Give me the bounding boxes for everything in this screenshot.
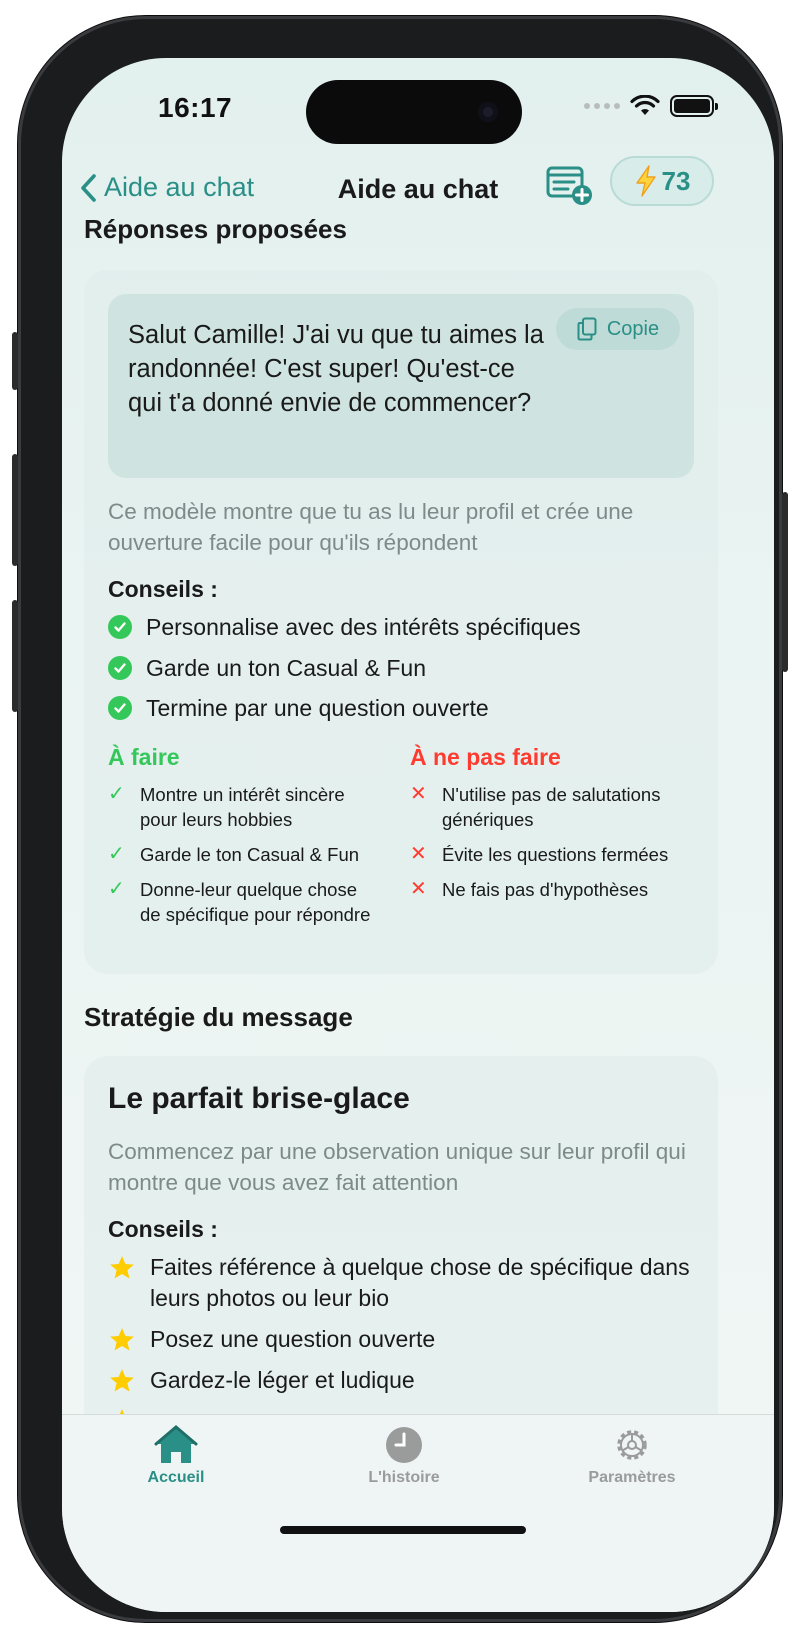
status-icons [584, 94, 718, 118]
scroll-content[interactable]: Réponses proposées Salut Camille! J'ai v… [62, 208, 774, 1414]
strategy-card-title: Le parfait brise-glace [108, 1082, 410, 1115]
tips-label: Conseils : [108, 576, 218, 602]
tab-settings[interactable]: Paramètres [552, 1425, 712, 1487]
star-icon [110, 1328, 134, 1351]
dont-title: À ne pas faire [410, 744, 561, 770]
dont-item-text: Ne fais pas d'hypothèses [442, 879, 649, 900]
power-button [782, 492, 788, 672]
tip-item: Termine par une question ouverte [108, 693, 698, 724]
suggested-section-title: Réponses proposées [84, 214, 347, 244]
strategy-section-title: Stratégie du message [84, 1002, 353, 1032]
dont-item: ✕ Ne fais pas d'hypothèses [410, 877, 700, 902]
copy-button[interactable]: Copie [556, 308, 680, 350]
clock-icon [386, 1427, 422, 1463]
tab-history[interactable]: L'histoire [324, 1425, 484, 1487]
strategy-description: Commencez par une observation unique sur… [108, 1139, 686, 1195]
tip-item: Garde un ton Casual & Fun [108, 653, 698, 684]
message-bubble: Salut Camille! J'ai vu que tu aimes la r… [108, 294, 694, 478]
copy-icon [577, 317, 597, 341]
star-icon [119, 1409, 125, 1414]
strategy-tip-text: Gardez-le léger et ludique [150, 1367, 415, 1393]
do-item-text: Montre un intérêt sincère pour leurs hob… [140, 784, 345, 830]
strategy-tip-text: Faites référence à quelque chose de spéc… [150, 1254, 690, 1311]
strategy-card: Le parfait brise-glace Commencez par une… [84, 1056, 718, 1414]
checkmark-circle-icon [108, 615, 132, 639]
cellular-signal-icon [584, 103, 620, 109]
volume-up-button [12, 454, 18, 566]
screen: 16:17 Aide au chat Aide au chat 73 Répon… [62, 58, 774, 1612]
star-icon [110, 1369, 134, 1392]
dont-item-text: N'utilise pas de salutations génériques [442, 784, 661, 830]
dont-item: ✕ Évite les questions fermées [410, 842, 700, 867]
suggestion-explanation: Ce modèle montre que tu as lu leur profi… [108, 499, 634, 555]
tab-settings-label: Paramètres [588, 1469, 676, 1486]
tip-text: Personnalise avec des intérêts spécifiqu… [146, 614, 581, 640]
credits-count: 73 [661, 165, 691, 196]
strategy-tip [108, 1405, 698, 1414]
strategy-tip: Faites référence à quelque chose de spéc… [108, 1252, 698, 1314]
checkmark-circle-icon [108, 696, 132, 720]
tab-home-label: Accueil [147, 1469, 205, 1486]
star-icon [110, 1256, 134, 1279]
tip-text: Garde un ton Casual & Fun [146, 655, 426, 681]
do-item: ✓ Garde le ton Casual & Fun [108, 842, 378, 867]
tip-text: Termine par une question ouverte [146, 695, 489, 721]
tab-history-label: L'histoire [368, 1469, 440, 1486]
cross-icon: ✕ [410, 843, 427, 865]
action-button [12, 332, 18, 390]
suggested-message: Salut Camille! J'ai vu que tu aimes la r… [128, 321, 544, 417]
cross-icon: ✕ [410, 783, 427, 805]
cross-icon: ✕ [410, 878, 427, 900]
checkmark-icon: ✓ [108, 878, 125, 900]
strategy-tip-text: Posez une question ouverte [150, 1326, 436, 1352]
do-item: ✓ Donne-leur quelque chose de spécifique… [108, 877, 378, 927]
add-list-icon [546, 166, 592, 205]
do-item-text: Donne-leur quelque chose de spécifique p… [140, 879, 371, 925]
gear-icon [617, 1430, 647, 1460]
copy-button-label: Copie [606, 317, 660, 340]
camera-icon [478, 102, 498, 122]
tab-bar: Accueil L'histoire Paramètres [62, 1414, 774, 1612]
strategy-tips-label: Conseils : [108, 1216, 218, 1242]
strategy-tip: Gardez-le léger et ludique [108, 1365, 698, 1396]
lightning-icon [635, 165, 656, 197]
add-list-button[interactable] [546, 164, 594, 206]
home-indicator [280, 1526, 526, 1534]
do-item-text: Garde le ton Casual & Fun [140, 844, 360, 865]
phone-frame: 16:17 Aide au chat Aide au chat 73 Répon… [12, 16, 788, 1622]
tip-item: Personnalise avec des intérêts spécifiqu… [108, 612, 698, 643]
dont-item: ✕ N'utilise pas de salutations générique… [410, 782, 700, 832]
back-button[interactable]: Aide au chat [80, 172, 254, 203]
volume-down-button [12, 600, 18, 712]
credits-badge[interactable]: 73 [610, 156, 714, 206]
wifi-icon [630, 95, 660, 115]
checkmark-icon: ✓ [108, 843, 125, 865]
do-item: ✓ Montre un intérêt sincère pour leurs h… [108, 782, 378, 832]
back-button-label: Aide au chat [104, 172, 255, 202]
chevron-left-icon [81, 173, 96, 202]
tab-home[interactable]: Accueil [96, 1425, 256, 1487]
dont-item-text: Évite les questions fermées [442, 844, 669, 865]
suggested-reply-card: Salut Camille! J'ai vu que tu aimes la r… [84, 270, 718, 974]
strategy-tip: Posez une question ouverte [108, 1324, 698, 1355]
do-title: À faire [108, 744, 180, 770]
checkmark-circle-icon [108, 656, 132, 680]
battery-icon [670, 95, 718, 117]
checkmark-icon: ✓ [108, 783, 125, 805]
status-time: 16:17 [158, 92, 233, 123]
house-icon [154, 1425, 198, 1463]
dynamic-island [306, 80, 522, 144]
